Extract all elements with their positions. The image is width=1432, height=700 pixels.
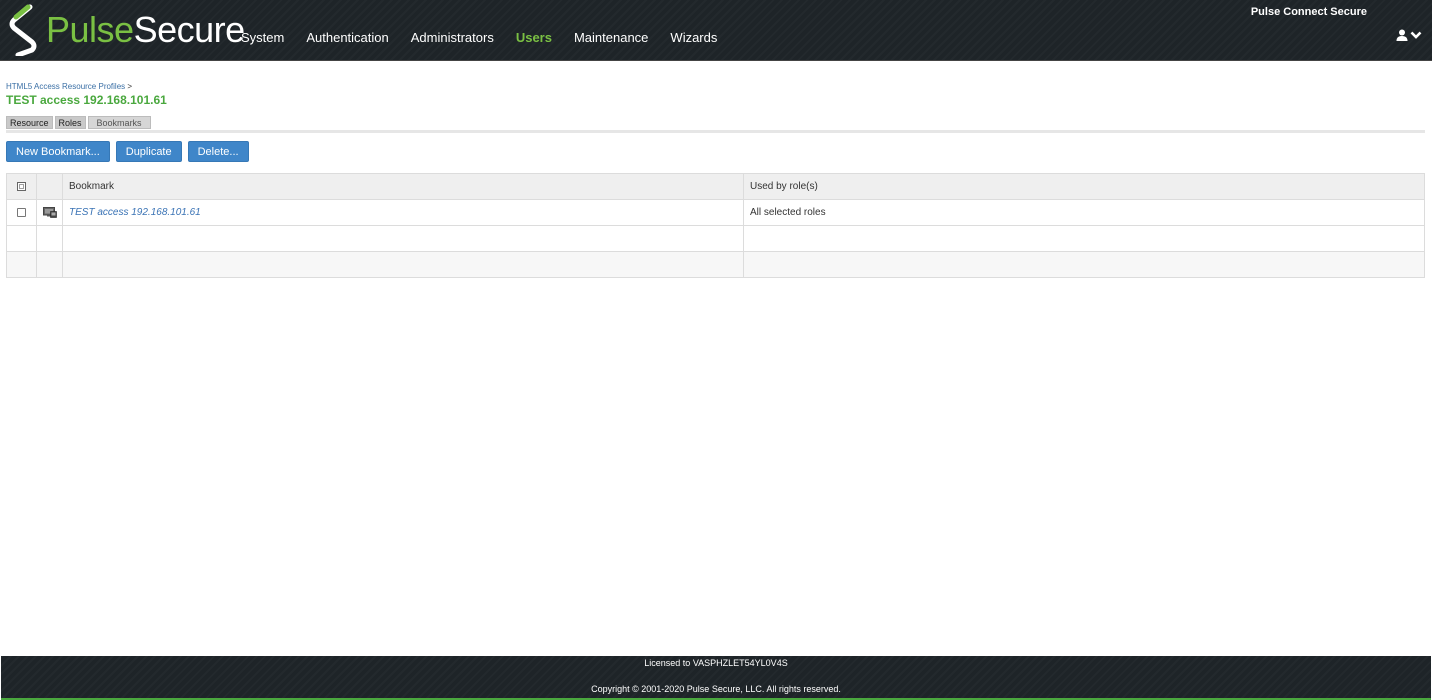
icon-column-header: [36, 173, 63, 200]
product-name: Pulse Connect Secure: [1250, 6, 1367, 18]
page-title: TEST access 192.168.101.61: [6, 93, 167, 107]
empty-cell: [36, 225, 63, 252]
nav-authentication[interactable]: Authentication: [295, 26, 399, 49]
duplicate-button[interactable]: Duplicate: [115, 141, 182, 162]
brand-pulse: Pulse: [46, 9, 134, 50]
tab-bookmarks[interactable]: Bookmarks: [87, 116, 151, 129]
used-by-column-header[interactable]: Used by role(s): [743, 173, 1425, 200]
pulse-secure-logo[interactable]: [6, 4, 42, 56]
brand-name: PulseSecure: [46, 9, 245, 51]
breadcrumb-separator: >: [127, 82, 133, 91]
page-footer: Licensed to VASPHZLET54YL0V4S Copyright …: [1, 656, 1431, 700]
bookmark-cell: TEST access 192.168.101.61: [62, 199, 744, 226]
row-checkbox-cell: [6, 199, 37, 226]
tab-roles[interactable]: Roles: [54, 116, 86, 129]
new-bookmark-button[interactable]: New Bookmark...: [6, 141, 110, 162]
toolbar: New Bookmark... Duplicate Delete...: [6, 141, 249, 162]
html5-session-icon: [42, 206, 57, 218]
row-icon-cell: [36, 199, 63, 226]
chevron-down-icon: [1410, 31, 1422, 39]
select-all-cell: [6, 173, 37, 200]
empty-cell: [6, 251, 37, 278]
table-header-row: Bookmark Used by role(s): [6, 173, 1425, 200]
breadcrumb: HTML5 Access Resource Profiles >: [6, 82, 132, 91]
brand-secure: Secure: [133, 9, 246, 50]
empty-cell: [62, 251, 744, 278]
nav-wizards[interactable]: Wizards: [659, 26, 728, 49]
copyright-text: Copyright © 2001-2020 Pulse Secure, LLC.…: [591, 684, 841, 694]
empty-cell: [62, 225, 744, 252]
bookmarks-table: Bookmark Used by role(s) TEST access 192…: [6, 173, 1425, 278]
table-row-empty: [6, 251, 1425, 278]
delete-button[interactable]: Delete...: [187, 141, 249, 162]
empty-cell: [36, 251, 63, 278]
pulse-logo-icon: [9, 4, 37, 56]
empty-cell: [743, 225, 1425, 252]
user-menu-button[interactable]: [1396, 29, 1422, 41]
tab-divider: [6, 130, 1425, 133]
tab-bar: Resource Roles Bookmarks: [6, 116, 151, 129]
nav-maintenance[interactable]: Maintenance: [563, 26, 659, 49]
select-all-icon[interactable]: [17, 181, 26, 191]
nav-system[interactable]: System: [230, 26, 295, 49]
top-header: PulseSecure System Authentication Admini…: [0, 0, 1432, 61]
nav-users[interactable]: Users: [505, 26, 563, 49]
table-row: TEST access 192.168.101.61 All selected …: [6, 199, 1425, 226]
row-checkbox[interactable]: [17, 207, 26, 217]
bookmark-column-header[interactable]: Bookmark: [62, 173, 744, 200]
bookmark-link[interactable]: TEST access 192.168.101.61: [69, 207, 201, 218]
breadcrumb-link-html5-profiles[interactable]: HTML5 Access Resource Profiles: [6, 82, 125, 91]
license-text: Licensed to VASPHZLET54YL0V4S: [644, 658, 788, 668]
main-nav: System Authentication Administrators Use…: [230, 26, 728, 49]
table-row-empty: [6, 225, 1425, 252]
empty-cell: [6, 225, 37, 252]
used-by-cell: All selected roles: [743, 199, 1425, 226]
tab-resource[interactable]: Resource: [6, 116, 53, 129]
nav-administrators[interactable]: Administrators: [400, 26, 505, 49]
empty-cell: [743, 251, 1425, 278]
user-icon: [1396, 29, 1408, 41]
